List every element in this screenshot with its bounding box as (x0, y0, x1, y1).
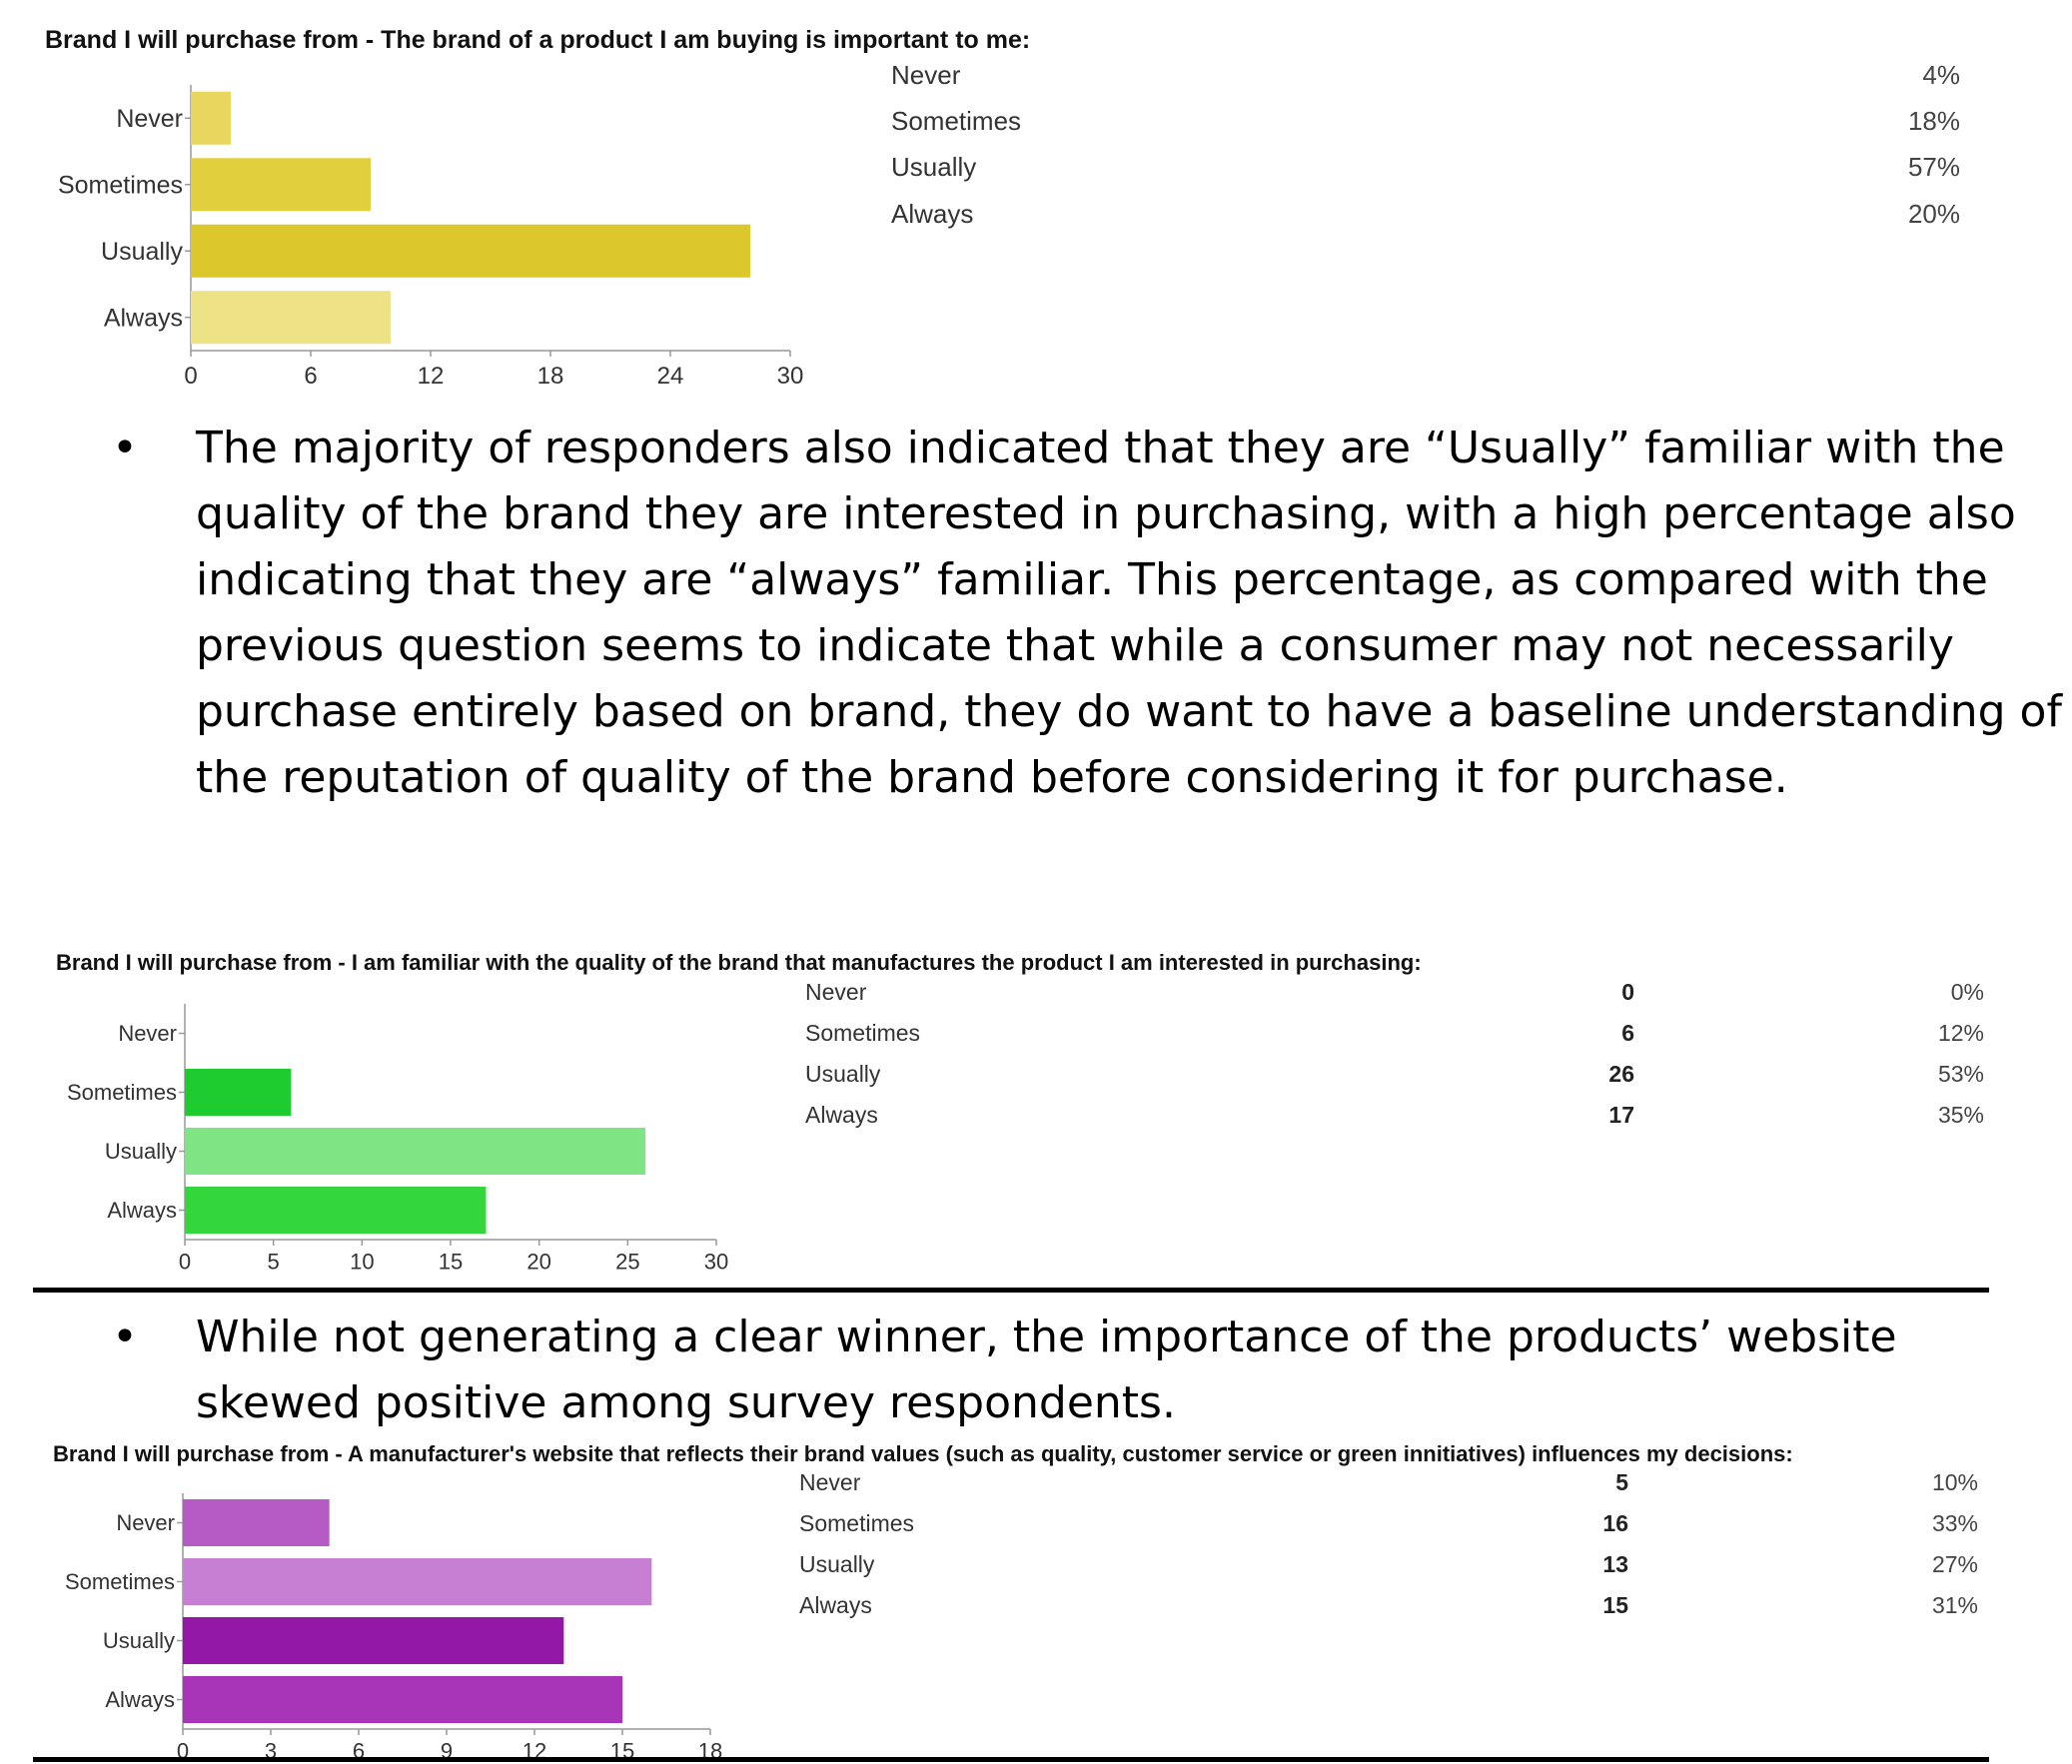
stat-count: 0 (1621, 979, 1634, 1005)
chart-3: NeverSometimesUsuallyAlways0 3 6 9 12 15 18 (65, 1493, 722, 1764)
stat-label: Sometimes (799, 1510, 915, 1536)
stat-count: 13 (1602, 1551, 1628, 1577)
x-tick-label: 20 (526, 1250, 550, 1275)
bar-usually (191, 224, 750, 278)
stat-label: Always (805, 1102, 878, 1128)
chart-2-stats: Never 0 0% Sometimes 6 12% Usually 26 53… (805, 979, 2004, 1149)
stat-pct: 4% (1922, 60, 1960, 90)
bar-usually (185, 1128, 646, 1175)
stat-pct: 10% (1931, 1469, 1978, 1495)
x-tick-label: 24 (657, 363, 684, 390)
stat-pct: 53% (1937, 1061, 1984, 1087)
y-tick-label: Usually (103, 1628, 175, 1653)
x-tick-label: 30 (704, 1250, 728, 1275)
bar-sometimes (191, 158, 371, 212)
stat-count: 26 (1608, 1061, 1634, 1087)
x-tick-label: 6 (304, 363, 317, 390)
divider-rule (33, 1288, 1989, 1293)
chart-1-stats: Never 4% Sometimes 18% Usually 57% Alway… (891, 60, 1990, 240)
bullet-text: The majority of responders also indicate… (196, 423, 2062, 803)
stat-pct: 31% (1931, 1592, 1978, 1618)
stat-label: Sometimes (805, 1020, 921, 1046)
stat-count: 6 (1621, 1020, 1634, 1046)
y-tick-label: Never (116, 105, 183, 133)
bullet-paragraph-1: • The majority of responders also indica… (112, 416, 2062, 875)
stat-label: Never (805, 979, 867, 1005)
stat-pct: 57% (1907, 152, 1960, 182)
bullet-icon: • (112, 423, 138, 473)
x-tick-label: 15 (439, 1250, 463, 1275)
stat-pct: 27% (1931, 1551, 1978, 1577)
x-tick-label: 12 (418, 363, 445, 390)
chart-2: Never Sometimes Usually Always 0 5 10 15 20 25 30 (67, 1004, 728, 1275)
x-tick-label: 0 (179, 1250, 191, 1275)
y-tick-label: Usually (101, 238, 183, 266)
bar-sometimes (185, 1069, 292, 1116)
y-tick-label: Always (104, 305, 183, 333)
stat-pct: 33% (1931, 1510, 1978, 1536)
x-tick-label: 5 (268, 1250, 280, 1275)
divider-rule (33, 1757, 1989, 1762)
bar-always (185, 1187, 487, 1234)
bar-never (191, 91, 231, 145)
chart-3-stats: Never 5 10% Sometimes 16 33% Usually 13 … (799, 1469, 1998, 1639)
stat-label: Always (799, 1592, 872, 1618)
stat-count: 17 (1608, 1102, 1634, 1128)
bar-usually (183, 1617, 564, 1664)
stat-label: Usually (891, 152, 977, 182)
x-tick-label: 30 (777, 363, 804, 390)
y-tick-label: Sometimes (58, 172, 183, 200)
bullet-text: While not generating a clear winner, the… (196, 1312, 1897, 1428)
x-tick-label: 10 (350, 1250, 374, 1275)
bar-always (191, 291, 391, 345)
y-tick-label: Usually (105, 1139, 177, 1164)
x-tick-label: 25 (615, 1250, 639, 1275)
chart-1-title: Brand I will purchase from - The brand o… (45, 26, 1031, 54)
chart-3-title: Brand I will purchase from - A manufactu… (53, 1441, 1793, 1466)
bar-sometimes (183, 1558, 652, 1605)
bullet-icon: • (112, 1312, 138, 1362)
stat-label: Usually (799, 1551, 875, 1577)
stat-label: Sometimes (891, 106, 1022, 136)
y-tick-label: Always (105, 1687, 175, 1712)
y-tick-label: Never (116, 1510, 175, 1535)
stat-count: 15 (1602, 1592, 1628, 1618)
chart-1: Never Sometimes Usually Always 0 6 12 18 24 30 (58, 85, 804, 390)
chart-2-title: Brand I will purchase from - I am famili… (56, 950, 1422, 975)
stat-pct: 12% (1937, 1020, 1984, 1046)
y-tick-label: Never (118, 1021, 177, 1046)
stat-label: Never (799, 1469, 861, 1495)
x-tick-label: 0 (184, 363, 197, 390)
bar-always (183, 1676, 622, 1723)
stat-label: Never (891, 60, 961, 90)
x-tick-label: 18 (537, 363, 564, 390)
bar-never (183, 1499, 330, 1546)
y-tick-label: Always (107, 1198, 177, 1223)
stat-pct: 0% (1950, 979, 1984, 1005)
stat-pct: 18% (1907, 106, 1960, 136)
stat-label: Always (891, 199, 974, 229)
stat-count: 16 (1602, 1510, 1628, 1536)
bullet-paragraph-2: • While not generating a clear winner, t… (112, 1305, 1990, 1444)
stat-pct: 35% (1937, 1102, 1984, 1128)
stat-label: Usually (805, 1061, 881, 1087)
y-tick-label: Sometimes (67, 1080, 177, 1105)
stat-count: 5 (1615, 1469, 1628, 1495)
stat-pct: 20% (1907, 199, 1960, 229)
y-tick-label: Sometimes (65, 1569, 175, 1594)
